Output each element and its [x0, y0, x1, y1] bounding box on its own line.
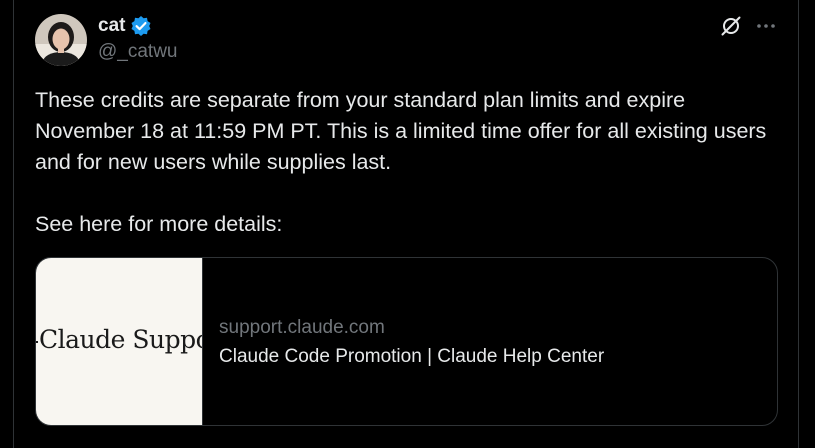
link-card-thumbnail-text: Claude Suppo [36, 325, 202, 354]
link-preview-card[interactable]: Claude Suppo support.claude.com Claude C… [35, 257, 778, 426]
verified-badge-icon[interactable] [130, 15, 152, 37]
link-card-thumbnail[interactable]: Claude Suppo [36, 258, 203, 425]
tweet-paragraph: These credits are separate from your sta… [35, 88, 767, 174]
link-card-title[interactable]: Claude Code Promotion | Claude Help Cent… [219, 345, 604, 369]
avatar[interactable] [35, 14, 87, 66]
link-card-domain: support.claude.com [219, 317, 385, 338]
more-horizontal-icon[interactable] [755, 16, 777, 36]
tweet-paragraph: See here for more details: [35, 212, 283, 236]
author-display-name[interactable]: cat [98, 15, 125, 37]
author-name-row[interactable]: cat [98, 13, 152, 39]
author-handle[interactable]: @_catwu [98, 41, 178, 63]
link-card-body[interactable]: support.claude.com Claude Code Promotion… [203, 258, 604, 425]
tweet-text: These credits are separate from your sta… [35, 85, 775, 240]
grok-icon[interactable] [720, 15, 742, 37]
